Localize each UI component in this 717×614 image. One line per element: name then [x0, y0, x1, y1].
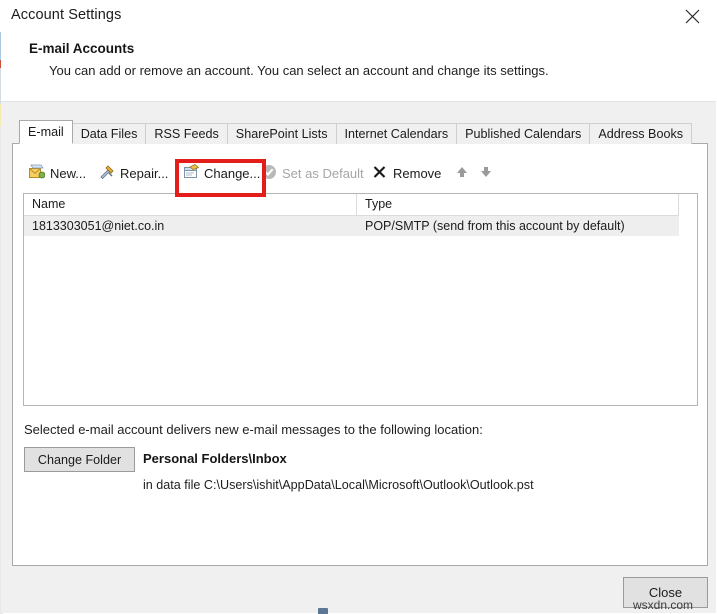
x-remove-icon — [372, 164, 388, 180]
tab-page-email: New... Repair... Change... Set as Defaul… — [12, 143, 708, 566]
new-button-label: New... — [50, 165, 87, 181]
table-row[interactable]: 1813303051@niet.co.in POP/SMTP (send fro… — [24, 216, 679, 236]
cell-account-name: 1813303051@niet.co.in — [32, 219, 165, 233]
repair-button-label: Repair... — [120, 165, 169, 181]
check-circle-icon — [261, 164, 277, 180]
change-window-icon — [183, 164, 200, 180]
tab-data-files[interactable]: Data Files — [71, 123, 147, 144]
tab-published-calendars[interactable]: Published Calendars — [456, 123, 591, 144]
column-header-type[interactable]: Type — [357, 194, 679, 215]
dialog-body: E-mail Data Files RSS Feeds SharePoint L… — [1, 102, 716, 613]
change-button[interactable]: Change... — [183, 157, 260, 187]
close-x-icon[interactable] — [675, 2, 709, 30]
new-button[interactable]: New... — [29, 157, 86, 187]
arrow-up-icon — [454, 164, 470, 180]
tab-sharepoint-lists[interactable]: SharePoint Lists — [226, 123, 337, 144]
delivery-data-file-path: in data file C:\Users\ishit\AppData\Loca… — [143, 478, 534, 492]
column-header-name[interactable]: Name — [24, 194, 357, 215]
tab-strip: E-mail Data Files RSS Feeds SharePoint L… — [19, 120, 693, 144]
change-button-label: Change... — [204, 165, 261, 181]
page-description: You can add or remove an account. You ca… — [49, 63, 549, 78]
page-title: E-mail Accounts — [29, 41, 135, 56]
arrow-down-icon — [478, 164, 494, 180]
change-folder-button[interactable]: Change Folder — [24, 447, 135, 472]
watermark: wsxdn.com — [633, 598, 694, 612]
move-down-button[interactable] — [478, 157, 496, 187]
repair-button[interactable]: Repair... — [99, 157, 168, 187]
delivery-location-label: Selected e-mail account delivers new e-m… — [24, 422, 483, 437]
taskbar-indicator — [318, 608, 328, 614]
dialog-header: E-mail Accounts You can add or remove an… — [1, 32, 716, 102]
title-bar: Account Settings — [0, 0, 717, 32]
hammer-wrench-icon — [99, 164, 115, 180]
delivery-folder-name: Personal Folders\Inbox — [143, 451, 287, 466]
accounts-toolbar: New... Repair... Change... Set as Defaul… — [13, 157, 707, 197]
cell-account-type: POP/SMTP (send from this account by defa… — [365, 219, 625, 233]
tab-internet-calendars[interactable]: Internet Calendars — [335, 123, 458, 144]
accounts-list[interactable]: Name Type 1813303051@niet.co.in POP/SMTP… — [23, 193, 698, 406]
tab-address-books[interactable]: Address Books — [589, 123, 693, 144]
move-up-button[interactable] — [454, 157, 472, 187]
set-as-default-button: Set as Default — [261, 157, 364, 187]
accounts-list-header: Name Type — [24, 194, 679, 216]
window-title: Account Settings — [11, 7, 122, 23]
new-mail-icon — [29, 164, 46, 180]
tab-email[interactable]: E-mail — [19, 120, 73, 144]
set-as-default-label: Set as Default — [282, 165, 364, 181]
tab-rss-feeds[interactable]: RSS Feeds — [145, 123, 228, 144]
remove-button-label: Remove — [393, 165, 442, 181]
remove-button[interactable]: Remove — [372, 157, 441, 187]
account-settings-dialog: Account Settings E-mail Accounts You can… — [0, 0, 717, 614]
